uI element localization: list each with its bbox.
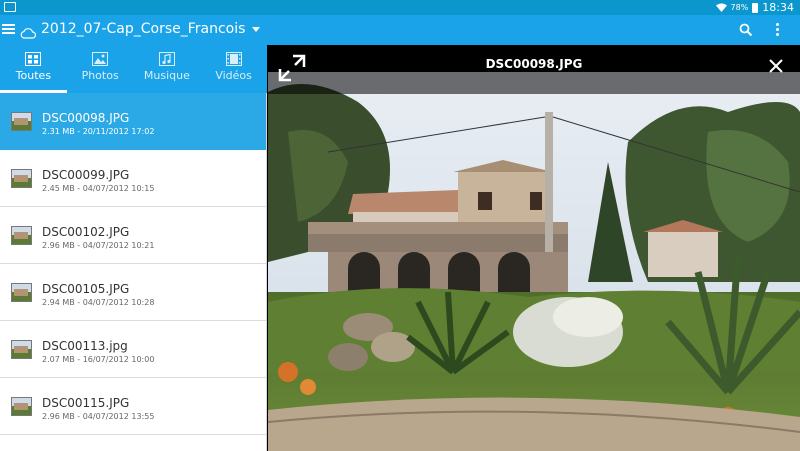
file-list: DSC00098.JPG 2.31 MB - 20/11/2012 17:02 … bbox=[0, 93, 267, 451]
close-icon[interactable] bbox=[768, 58, 784, 78]
tab-musique[interactable]: Musique bbox=[134, 45, 201, 93]
category-tabs: Toutes Photos Musique Vidéos bbox=[0, 45, 267, 93]
status-bar: 78% 18:34 bbox=[0, 0, 800, 15]
file-name: DSC00113.jpg bbox=[42, 339, 128, 353]
tab-videos[interactable]: Vidéos bbox=[200, 45, 267, 93]
search-icon[interactable] bbox=[739, 22, 753, 41]
file-row-dsc00102[interactable]: DSC00102.JPG 2.96 MB - 04/07/2012 10:21 bbox=[0, 207, 266, 264]
file-name: DSC00099.JPG bbox=[42, 168, 130, 182]
file-row-dsc00105[interactable]: DSC00105.JPG 2.94 MB - 04/07/2012 10:28 bbox=[0, 264, 266, 321]
tab-label: Photos bbox=[81, 69, 119, 82]
folder-title-dropdown[interactable]: 2012_07-Cap_Corse_Francois bbox=[41, 21, 261, 37]
tab-toutes[interactable]: Toutes bbox=[0, 45, 67, 93]
file-meta: 2.45 MB - 04/07/2012 10:15 bbox=[42, 184, 155, 193]
menu-icon[interactable] bbox=[2, 24, 15, 35]
file-name: DSC00115.JPG bbox=[42, 396, 130, 410]
clock: 18:34 bbox=[762, 1, 794, 14]
file-row-dsc00115[interactable]: DSC00115.JPG 2.96 MB - 04/07/2012 13:55 bbox=[0, 378, 266, 435]
file-row-dsc00099[interactable]: DSC00099.JPG 2.45 MB - 04/07/2012 10:15 bbox=[0, 150, 266, 207]
file-row-dsc00113[interactable]: DSC00113.jpg 2.07 MB - 16/07/2012 10:00 bbox=[0, 321, 266, 378]
file-thumbnail bbox=[11, 169, 32, 188]
file-thumbnail bbox=[11, 226, 32, 245]
wifi-icon bbox=[715, 3, 727, 12]
battery-icon bbox=[752, 2, 759, 13]
all-icon bbox=[25, 52, 42, 66]
file-meta: 2.96 MB - 04/07/2012 13:55 bbox=[42, 412, 155, 421]
status-indicators: 78% 18:34 bbox=[715, 1, 794, 14]
tab-label: Toutes bbox=[15, 69, 52, 82]
tab-label: Vidéos bbox=[215, 69, 252, 82]
file-thumbnail bbox=[11, 283, 32, 302]
file-thumbnail bbox=[11, 397, 32, 416]
image-viewer: DSC00098.JPG bbox=[268, 45, 800, 451]
tab-label: Musique bbox=[143, 69, 190, 82]
file-row-dsc00098[interactable]: DSC00098.JPG 2.31 MB - 20/11/2012 17:02 bbox=[0, 93, 266, 150]
more-options-icon[interactable] bbox=[776, 23, 780, 38]
music-icon bbox=[158, 52, 175, 66]
file-thumbnail bbox=[11, 340, 32, 359]
battery-percent: 78% bbox=[730, 3, 749, 12]
file-thumbnail bbox=[11, 112, 32, 131]
file-meta: 2.07 MB - 16/07/2012 10:00 bbox=[42, 355, 155, 364]
photo-preview[interactable] bbox=[268, 72, 800, 451]
viewer-title-overlay bbox=[268, 72, 800, 94]
file-name: DSC00102.JPG bbox=[42, 225, 130, 239]
tab-photos[interactable]: Photos bbox=[67, 45, 134, 93]
caret-down-icon bbox=[252, 26, 261, 32]
viewer-title: DSC00098.JPG bbox=[485, 57, 583, 71]
file-meta: 2.94 MB - 04/07/2012 10:28 bbox=[42, 298, 155, 307]
file-name: DSC00105.JPG bbox=[42, 282, 130, 296]
cloud-icon bbox=[20, 24, 37, 43]
file-meta: 2.31 MB - 20/11/2012 17:02 bbox=[42, 127, 155, 136]
file-meta: 2.96 MB - 04/07/2012 10:21 bbox=[42, 241, 155, 250]
video-icon bbox=[225, 52, 242, 66]
file-name: DSC00098.JPG bbox=[42, 111, 130, 125]
photo-icon bbox=[92, 52, 109, 66]
gallery-notification-icon bbox=[4, 2, 16, 12]
app-bar: 2012_07-Cap_Corse_Francois bbox=[0, 15, 800, 45]
folder-title: 2012_07-Cap_Corse_Francois bbox=[41, 21, 246, 37]
